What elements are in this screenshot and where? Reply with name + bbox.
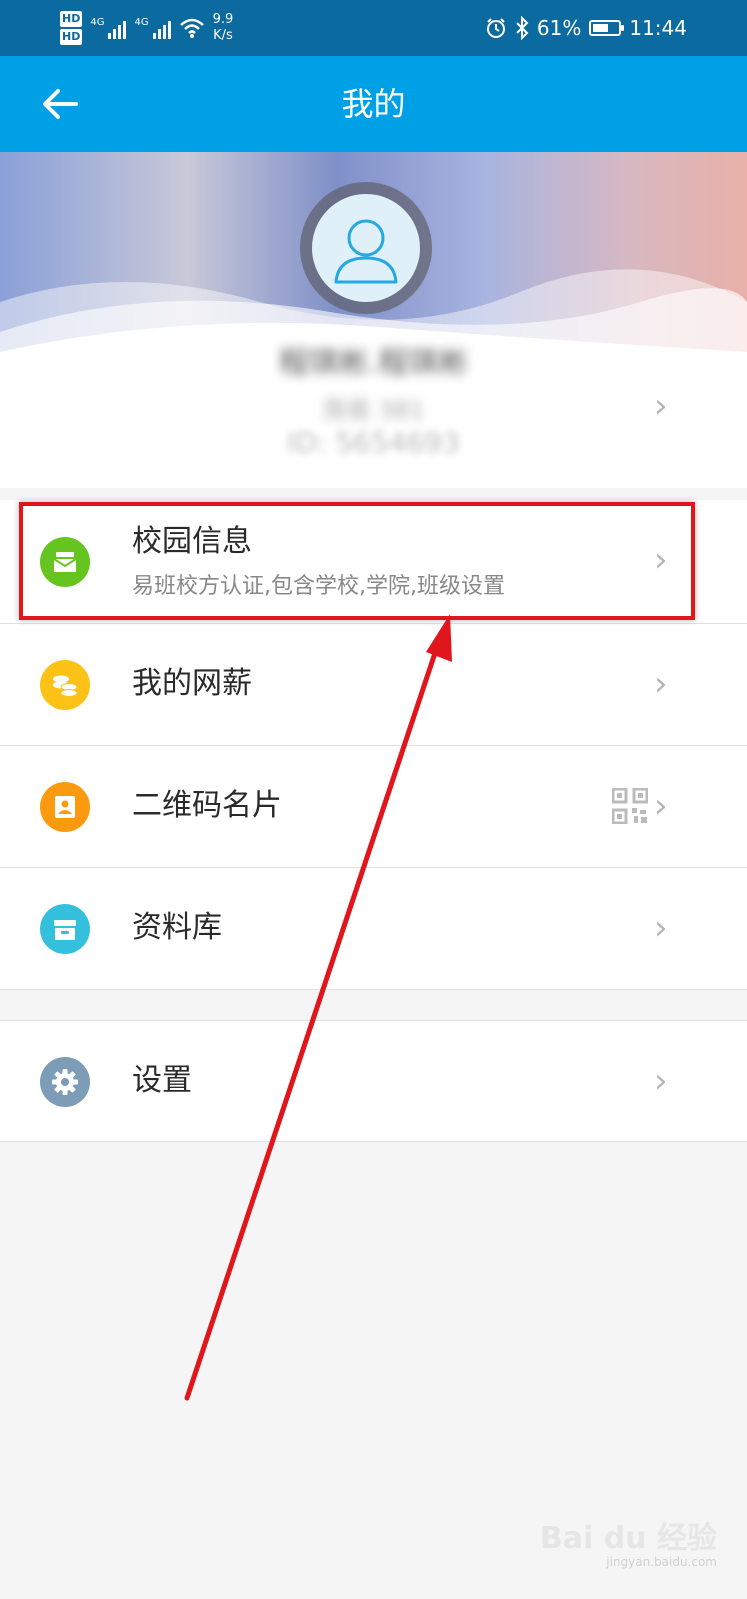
- menu-label: 资料库: [132, 910, 222, 945]
- page-title: 我的: [341, 85, 406, 123]
- app-bar: 我的: [0, 56, 747, 152]
- menu-item-library[interactable]: 资料库 ›: [0, 868, 747, 990]
- net-speed-unit: K/s: [213, 28, 233, 43]
- hd-indicators: HD HD: [60, 10, 83, 46]
- battery-icon: [589, 20, 625, 36]
- alarm-icon: [486, 18, 505, 38]
- net-speed: 9.9 K/s: [213, 12, 234, 44]
- qr-code-icon[interactable]: [612, 788, 648, 824]
- menu-item-qr-card[interactable]: 二维码名片 ›: [0, 746, 747, 868]
- signal-2-label: 4G: [134, 17, 149, 28]
- gear-icon: [40, 1057, 90, 1107]
- chevron-right-icon: ›: [654, 786, 668, 826]
- chevron-right-icon: ›: [654, 386, 668, 426]
- net-speed-value: 9.9: [212, 12, 234, 27]
- highlight-box: [19, 502, 695, 620]
- user-icon: [334, 219, 398, 284]
- profile-card[interactable]: 程琪彬.程琪彬 简易 381 ID: 5654693 ›: [0, 152, 747, 488]
- contact-card-icon: [40, 782, 90, 832]
- profile-nickname: 简易 381: [322, 396, 425, 424]
- menu-label: 设置: [132, 1063, 192, 1098]
- profile-id: ID: 5654693: [287, 426, 460, 459]
- profile-name: 程琪彬.程琪彬: [278, 346, 469, 381]
- battery-percent: 61%: [536, 16, 582, 40]
- chevron-right-icon: ›: [654, 664, 668, 704]
- menu-label: 二维码名片: [132, 788, 282, 823]
- archive-box-icon: [40, 904, 90, 954]
- chevron-right-icon: ›: [654, 908, 668, 948]
- status-right: 61% 11:44: [485, 0, 687, 56]
- hd1-badge: HD: [60, 11, 83, 27]
- clock: 11:44: [629, 16, 687, 40]
- coins-icon: [40, 660, 90, 710]
- watermark-url: jingyan.baidu.com: [606, 1555, 717, 1569]
- menu-item-my-salary[interactable]: 我的网薪 ›: [0, 624, 747, 746]
- wifi-icon: [179, 18, 204, 38]
- watermark-text: Bai du 经验: [539, 1521, 717, 1556]
- menu-item-settings[interactable]: 设置 ›: [0, 1020, 747, 1142]
- signal-2-icon: 4G: [134, 17, 171, 39]
- menu-label: 我的网薪: [132, 666, 252, 701]
- avatar-image: [312, 194, 420, 302]
- avatar[interactable]: [300, 182, 432, 314]
- status-left: HD HD 4G 4G 9.9 K/s: [60, 8, 233, 48]
- bluetooth-icon: [516, 16, 529, 40]
- baidu-watermark: Bai du 经验 jingyan.baidu.com: [539, 1521, 717, 1570]
- signal-1-icon: 4G: [90, 17, 127, 39]
- signal-1-label: 4G: [90, 17, 105, 28]
- hd2-badge: HD: [60, 29, 83, 45]
- status-bar: HD HD 4G 4G 9.9 K/s 61% 11:44: [0, 0, 747, 56]
- chevron-right-icon: ›: [654, 1061, 668, 1101]
